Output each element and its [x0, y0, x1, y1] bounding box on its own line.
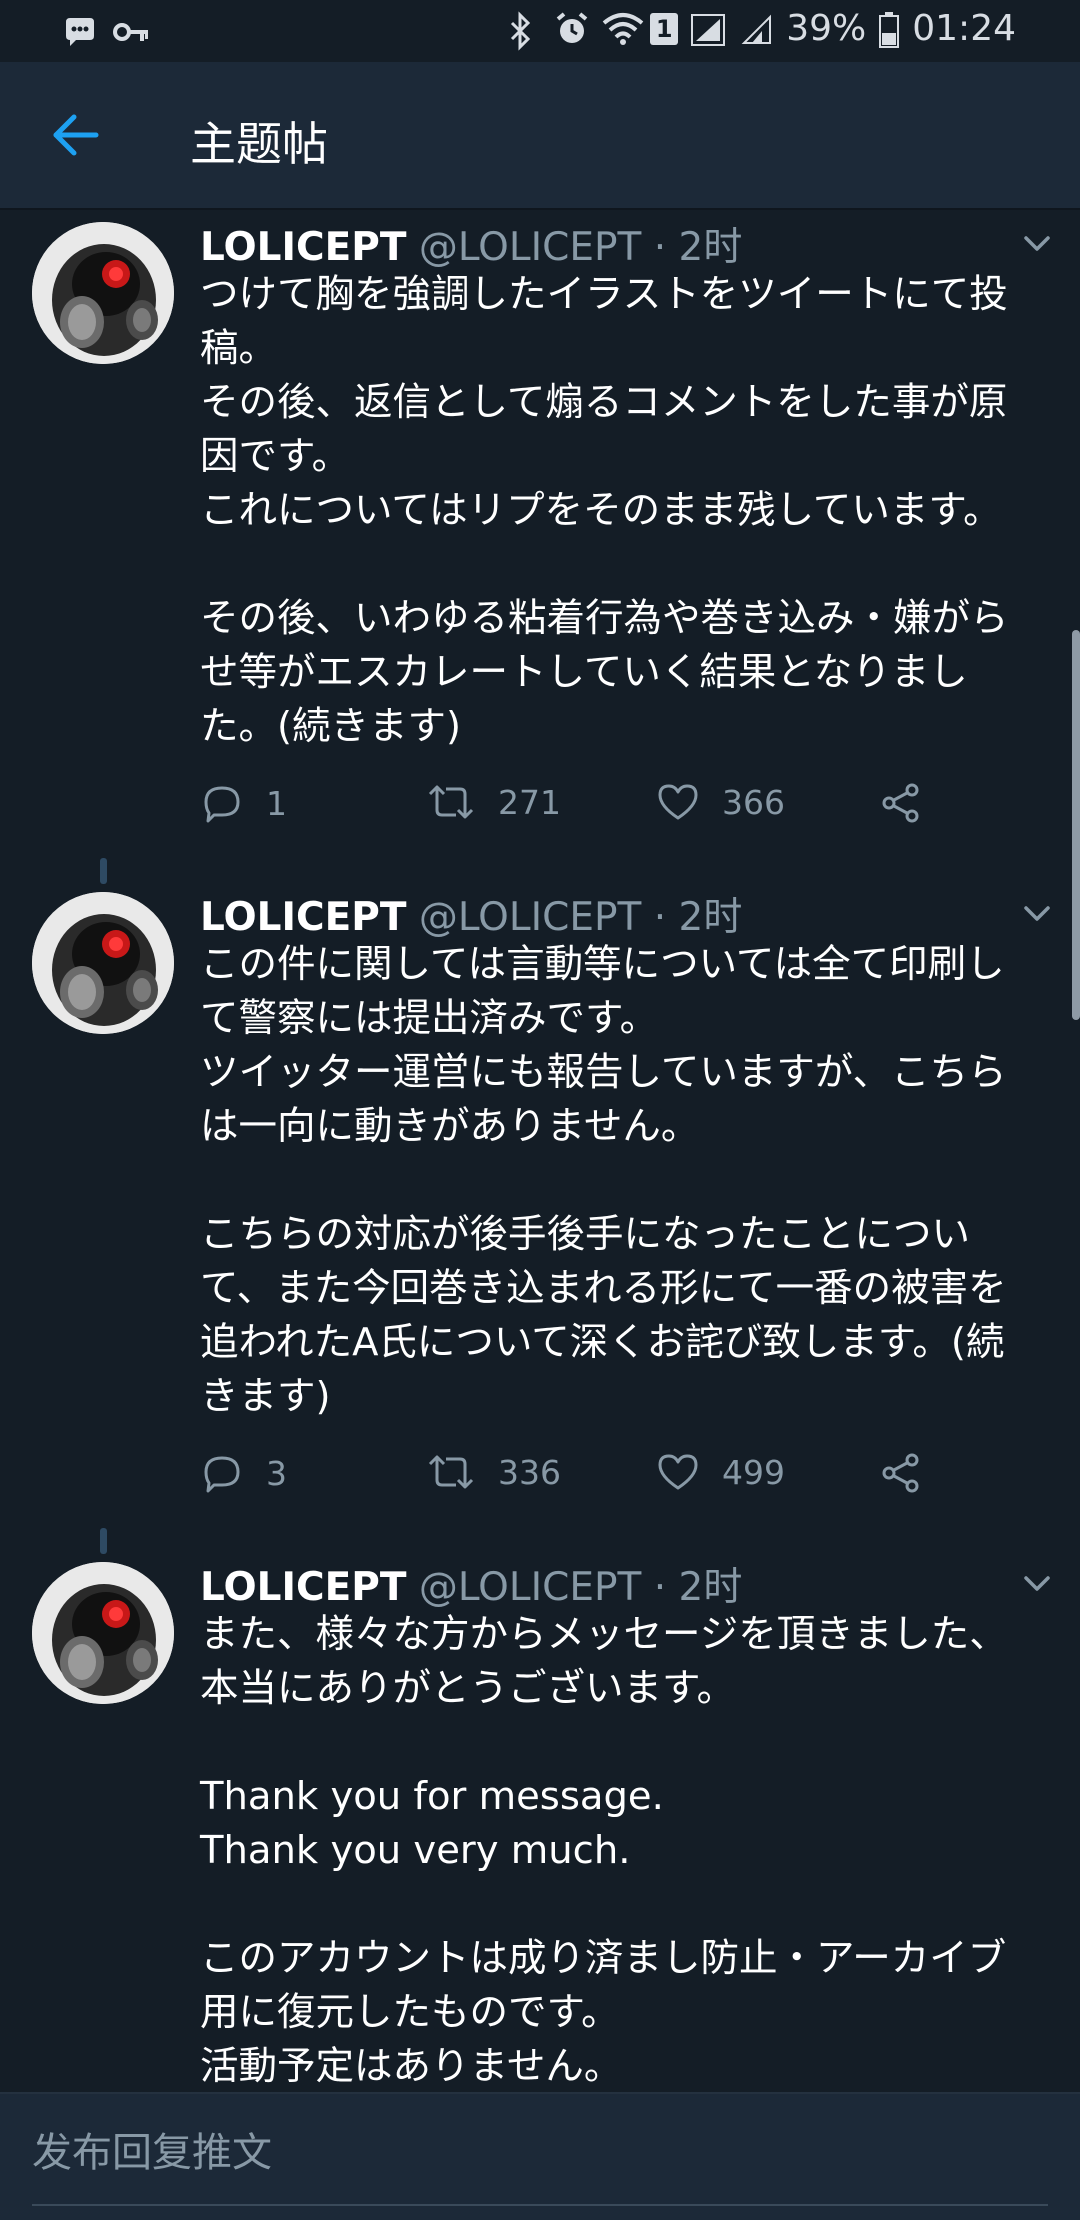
reply-icon: [204, 786, 240, 823]
status-left-icons: [62, 14, 148, 50]
battery-icon: [878, 11, 900, 48]
tweet-header: LOLICEPT @LOLICEPT · 2时: [200, 886, 742, 940]
tweet-text: また、様々な方からメッセージを頂きました、 本当にありがとうございます。 Tha…: [200, 1612, 1008, 2089]
share-icon: [882, 783, 919, 823]
avatar[interactable]: [32, 892, 174, 1034]
retweet-icon: [428, 785, 474, 819]
author-handle: @LOLICEPT: [418, 1565, 642, 1610]
tweet-text: この件に関しては言動等については全て印刷し て警察には提出済みです。 ツイッター…: [200, 942, 1007, 1419]
chat-icon: [62, 14, 98, 50]
reply-input[interactable]: 发布回复推文: [32, 2120, 272, 2178]
like-icon: [658, 784, 698, 820]
retweet-icon: [428, 1455, 474, 1489]
share-button[interactable]: [880, 782, 922, 824]
like-icon: [658, 1454, 698, 1490]
reply-count: 1: [266, 783, 287, 823]
reply-count: 3: [266, 1453, 287, 1493]
tweet-header: LOLICEPT @LOLICEPT · 2时: [200, 1556, 742, 1610]
tweet-menu-button[interactable]: [1020, 896, 1054, 930]
back-button[interactable]: [40, 100, 110, 170]
tweet-3[interactable]: LOLICEPT @LOLICEPT · 2时 また、様々な方からメッセージを頂…: [0, 1550, 1080, 2092]
share-icon: [882, 1453, 919, 1493]
avatar[interactable]: [32, 1562, 174, 1704]
scrollbar[interactable]: [1072, 630, 1080, 1020]
wifi-icon: [602, 11, 644, 47]
retweet-count: 336: [498, 1452, 561, 1492]
retweet-count: 271: [498, 782, 561, 822]
like-count: 499: [722, 1452, 785, 1492]
share-button[interactable]: [880, 1452, 922, 1494]
tweet-time: · 2时: [653, 895, 743, 940]
key-icon: [112, 14, 148, 50]
like-button[interactable]: 499: [656, 1452, 785, 1492]
reply-button[interactable]: 3: [200, 1452, 287, 1494]
app-bar: 主题帖: [0, 62, 1080, 210]
signal-icon: [738, 11, 774, 47]
like-count: 366: [722, 782, 785, 822]
battery-percent: 39%: [786, 8, 867, 49]
tweet-2[interactable]: LOLICEPT @LOLICEPT · 2时 この件に関しては言動等については…: [0, 880, 1080, 1550]
tweet-menu-button[interactable]: [1020, 1566, 1054, 1600]
page-title: 主题帖: [190, 117, 328, 171]
tweet-actions: 3 336 499: [200, 1452, 960, 1512]
bluetooth-icon: [506, 10, 542, 51]
author-handle: @LOLICEPT: [418, 225, 642, 270]
author-name[interactable]: LOLICEPT: [200, 1565, 406, 1610]
tweet-menu-button[interactable]: [1020, 226, 1054, 260]
clock: 01:24: [912, 8, 1016, 49]
status-right-icons: 1 39% 01:24: [506, 8, 1016, 51]
avatar[interactable]: [32, 222, 174, 364]
tweet-time: · 2时: [653, 1565, 743, 1610]
like-button[interactable]: 366: [656, 782, 785, 822]
author-name[interactable]: LOLICEPT: [200, 895, 406, 940]
tweet-header: LOLICEPT @LOLICEPT · 2时: [200, 216, 742, 270]
chevron-down-icon: [1024, 236, 1050, 251]
tweet-1[interactable]: LOLICEPT @LOLICEPT · 2时 つけて胸を強調したイラストをツイ…: [0, 210, 1080, 870]
reply-icon: [204, 1456, 240, 1493]
tweet-text: つけて胸を強調したイラストをツイートにて投 稿。 その後、返信として煽るコメント…: [200, 272, 1009, 749]
author-handle: @LOLICEPT: [418, 895, 642, 940]
sim-badge: 1: [650, 12, 679, 45]
reply-button[interactable]: 1: [200, 782, 287, 824]
signal-icon: [690, 11, 726, 47]
tweet-time: · 2时: [653, 225, 743, 270]
reply-compose-bar: 发布回复推文: [0, 2092, 1080, 2220]
chevron-down-icon: [1024, 906, 1050, 921]
tweet-thread[interactable]: LOLICEPT @LOLICEPT · 2时 つけて胸を強調したイラストをツイ…: [0, 210, 1080, 2092]
retweet-button[interactable]: 336: [426, 1452, 561, 1492]
tweet-actions: 1 271 366: [200, 782, 960, 842]
author-name[interactable]: LOLICEPT: [200, 225, 406, 270]
status-bar: 1 39% 01:24: [0, 0, 1080, 62]
chevron-down-icon: [1024, 1576, 1050, 1591]
retweet-button[interactable]: 271: [426, 782, 561, 822]
alarm-icon: [554, 11, 590, 47]
back-arrow-icon: [53, 114, 99, 156]
input-underline: [32, 2204, 1048, 2206]
